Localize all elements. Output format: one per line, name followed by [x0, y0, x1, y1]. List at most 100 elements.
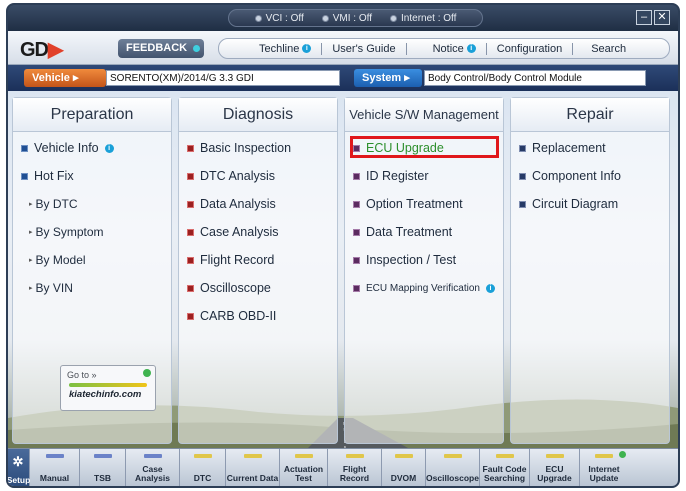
connection-status: VCI : Off VMI : Off Internet : Off — [228, 9, 483, 27]
ecu-mapping-verification-link[interactable]: ECU Mapping Verification i — [345, 274, 503, 302]
bullet-icon — [353, 228, 360, 236]
vci-status: VCI : Off — [254, 13, 304, 24]
by-model-link[interactable]: ▸ By Model — [13, 246, 171, 274]
bullet-icon — [187, 312, 194, 320]
bullet-icon — [187, 200, 194, 208]
by-dtc-link[interactable]: ▸ By DTC — [13, 190, 171, 218]
setup-button[interactable]: ✲ Setup — [8, 449, 30, 486]
oscilloscope-icon — [443, 454, 462, 458]
replacement-link[interactable]: Replacement — [511, 134, 669, 162]
system-field[interactable]: Body Control/Body Control Module — [424, 70, 646, 86]
preparation-heading: Preparation — [13, 98, 171, 132]
by-symptom-link[interactable]: ▸ By Symptom — [13, 218, 171, 246]
chevron-right-icon: ▸ — [404, 72, 410, 84]
vehicle-button[interactable]: Vehicle ▸ — [24, 69, 106, 87]
toolbar-dtc[interactable]: DTC — [180, 449, 226, 486]
vci-status-icon — [254, 14, 262, 22]
case-analysis-link[interactable]: Case Analysis — [179, 218, 337, 246]
menu-configuration[interactable]: Configuration — [487, 43, 572, 55]
kiatechinfo-link[interactable]: Go to » kiatechinfo.com — [60, 365, 156, 411]
bullet-icon — [353, 172, 360, 180]
fault-code-icon — [495, 454, 514, 458]
notification-dot-icon — [143, 369, 151, 377]
bullet-icon — [353, 200, 360, 208]
toolbar-case-analysis[interactable]: Case Analysis — [126, 449, 180, 486]
circuit-diagram-link[interactable]: Circuit Diagram — [511, 190, 669, 218]
menu-search[interactable]: Search — [573, 43, 636, 55]
main-content: Preparation Vehicle Info i Hot Fix ▸ By DT… — [8, 91, 678, 448]
data-treatment-link[interactable]: Data Treatment — [345, 218, 503, 246]
vmi-status-icon — [321, 14, 329, 22]
by-vin-link[interactable]: ▸ By VIN — [13, 274, 171, 302]
minimize-button[interactable]: – — [636, 10, 652, 25]
flight-record-link[interactable]: Flight Record — [179, 246, 337, 274]
bullet-icon — [519, 200, 526, 208]
chevron-right-icon: ▸ — [29, 201, 33, 208]
toolbar-current-data[interactable]: Current Data — [226, 449, 280, 486]
bottom-toolbar: ✲ Setup Manual TSB Case Analysis DTC Curr… — [8, 448, 678, 486]
repair-heading: Repair — [511, 98, 669, 132]
bullet-icon — [353, 256, 360, 264]
diagnosis-column: Diagnosis Basic Inspection DTC Analysis … — [178, 97, 338, 444]
id-register-link[interactable]: ID Register — [345, 162, 503, 190]
info-icon: i — [466, 44, 476, 53]
chevron-right-icon: ▸ — [29, 285, 33, 292]
toolbar-fault-code-searching[interactable]: Fault Code Searching — [480, 449, 530, 486]
toolbar-actuation-test[interactable]: Actuation Test — [280, 449, 328, 486]
toolbar-tsb[interactable]: TSB — [80, 449, 126, 486]
component-info-link[interactable]: Component Info — [511, 162, 669, 190]
option-treatment-link[interactable]: Option Treatment — [345, 190, 503, 218]
ecu-upgrade-link[interactable]: ECU Upgrade — [345, 134, 503, 162]
menu-techline[interactable]: Techline i — [219, 43, 321, 55]
chevron-right-icon: ▸ — [72, 72, 79, 84]
vehicle-field[interactable]: SORENTO(XM)/2014/G 3.3 GDI — [106, 70, 340, 86]
gds-window: VCI : Off VMI : Off Internet : Off – ✕ G… — [6, 3, 680, 488]
bullet-icon — [187, 172, 194, 180]
vehicle-system-bar: Vehicle ▸ SORENTO(XM)/2014/G 3.3 GDI Sys… — [8, 65, 678, 91]
feedback-button[interactable]: FEEDBACK — [118, 39, 204, 58]
title-bar: VCI : Off VMI : Off Internet : Off – ✕ — [8, 5, 678, 31]
carb-obd-link[interactable]: CARB OBD-II — [179, 302, 337, 330]
current-data-icon — [243, 454, 262, 458]
tsb-icon — [93, 454, 112, 458]
bullet-icon — [21, 144, 28, 152]
data-analysis-link[interactable]: Data Analysis — [179, 190, 337, 218]
menu-users-guide[interactable]: User's Guide — [322, 43, 405, 55]
dtc-analysis-link[interactable]: DTC Analysis — [179, 162, 337, 190]
menu-notice[interactable]: Notice i — [407, 43, 486, 55]
wrench-icon: ✲ — [12, 454, 24, 469]
toolbar-ecu-upgrade[interactable]: ECU Upgrade — [530, 449, 580, 486]
vehicle-sw-column: Vehicle S/W Management ECU Upgrade ID Re… — [344, 97, 504, 444]
toolbar-manual[interactable]: Manual — [30, 449, 80, 486]
system-button[interactable]: System ▸ — [354, 69, 422, 87]
vehicle-sw-heading: Vehicle S/W Management — [345, 98, 503, 132]
toolbar-internet-update[interactable]: Internet Update — [580, 449, 628, 486]
repair-column: Repair Replacement Component Info Circui… — [510, 97, 670, 444]
internet-status: Internet : Off — [390, 13, 456, 24]
hot-fix-link[interactable]: Hot Fix — [13, 162, 171, 190]
vmi-status: VMI : Off — [321, 13, 372, 24]
internet-status-icon — [390, 14, 398, 22]
toolbar-dvom[interactable]: DVOM — [382, 449, 426, 486]
window-controls: – ✕ — [636, 10, 670, 25]
toolbar-oscilloscope[interactable]: Oscilloscope — [426, 449, 480, 486]
ecu-upgrade-icon — [545, 454, 564, 458]
toolbar-flight-record[interactable]: Flight Record — [328, 449, 382, 486]
oscilloscope-link[interactable]: Oscilloscope — [179, 274, 337, 302]
basic-inspection-link[interactable]: Basic Inspection — [179, 134, 337, 162]
vehicle-info-link[interactable]: Vehicle Info i — [13, 134, 171, 162]
bullet-icon — [187, 228, 194, 236]
notification-dot-icon — [619, 451, 626, 458]
feedback-indicator-icon — [193, 45, 200, 52]
bullet-icon — [187, 144, 194, 152]
nav-bar: GD▶ FEEDBACK Techline i User's Guide Noti… — [8, 31, 678, 65]
bullet-icon — [21, 172, 28, 180]
chevron-right-icon: ▸ — [29, 257, 33, 264]
diagnosis-heading: Diagnosis — [179, 98, 337, 132]
close-button[interactable]: ✕ — [654, 10, 670, 25]
bullet-icon — [519, 172, 526, 180]
bullet-icon — [353, 284, 360, 292]
inspection-test-link[interactable]: Inspection / Test — [345, 246, 503, 274]
flight-record-icon — [345, 454, 364, 458]
manual-icon — [45, 454, 64, 458]
